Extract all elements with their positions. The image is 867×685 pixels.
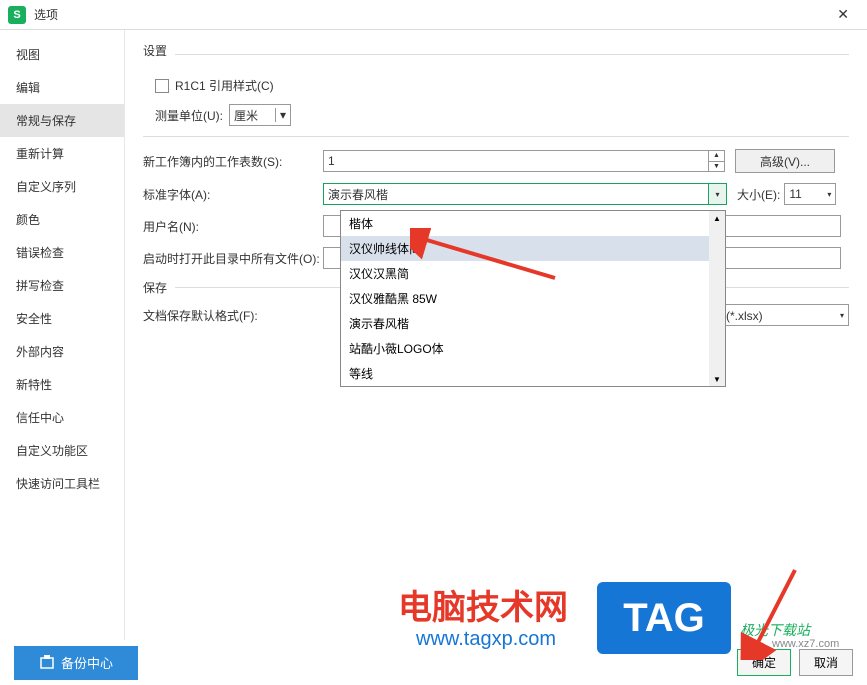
footer: 备份中心 确定 取消 xyxy=(0,640,867,685)
font-value: 演示春风楷 xyxy=(328,186,388,203)
font-option[interactable]: 站酷小薇LOGO体 xyxy=(341,336,709,361)
row-font: 标准字体(A): 演示春风楷 ▾ 大小(E): 11 ▾ xyxy=(143,183,849,205)
size-label: 大小(E): xyxy=(737,186,780,203)
spinner-down[interactable]: ▼ xyxy=(709,162,724,172)
row-unit: 测量单位(U): 厘米 ▾ xyxy=(155,104,849,126)
backup-label: 备份中心 xyxy=(61,653,113,672)
cancel-button[interactable]: 取消 xyxy=(799,649,853,676)
sidebar-item-error-check[interactable]: 错误检查 xyxy=(0,236,124,269)
sidebar-item-custom-list[interactable]: 自定义序列 xyxy=(0,170,124,203)
sidebar-item-new-features[interactable]: 新特性 xyxy=(0,368,124,401)
font-option[interactable]: 汉仪雅酷黑 85W xyxy=(341,286,709,311)
sheets-value: 1 xyxy=(328,154,335,168)
unit-label: 测量单位(U): xyxy=(155,107,223,124)
sidebar-item-custom-ribbon[interactable]: 自定义功能区 xyxy=(0,434,124,467)
sidebar-item-spellcheck[interactable]: 拼写检查 xyxy=(0,269,124,302)
window-title: 选项 xyxy=(34,6,58,23)
save-format-select[interactable]: 件(*.xlsx) ▾ xyxy=(709,304,849,326)
font-label: 标准字体(A): xyxy=(143,186,323,203)
sidebar-item-recalc[interactable]: 重新计算 xyxy=(0,137,124,170)
dropdown-scrollbar[interactable]: ▲ ▼ xyxy=(709,211,725,386)
font-option[interactable]: 汉仪汉黑简 xyxy=(341,261,709,286)
size-value: 11 xyxy=(789,187,801,201)
sheets-input[interactable]: 1 xyxy=(323,150,709,172)
advanced-button[interactable]: 高级(V)... xyxy=(735,149,835,173)
sidebar-item-color[interactable]: 颜色 xyxy=(0,203,124,236)
titlebar: S 选项 ✕ xyxy=(0,0,867,30)
size-select[interactable]: 11 ▾ xyxy=(784,183,836,205)
r1c1-checkbox[interactable] xyxy=(155,79,169,93)
startup-label: 启动时打开此目录中所有文件(O): xyxy=(143,250,323,267)
r1c1-label: R1C1 引用样式(C) xyxy=(175,77,274,94)
chevron-down-icon: ▾ xyxy=(840,311,844,320)
sidebar: 视图 编辑 常规与保存 重新计算 自定义序列 颜色 错误检查 拼写检查 安全性 … xyxy=(0,30,125,640)
username-label: 用户名(N): xyxy=(143,218,323,235)
scroll-up-icon[interactable]: ▲ xyxy=(709,211,725,225)
backup-center-button[interactable]: 备份中心 xyxy=(14,646,138,680)
font-option[interactable]: 演示春风楷 xyxy=(341,311,709,336)
font-option[interactable]: 楷体 xyxy=(341,211,709,236)
row-sheets: 新工作簿内的工作表数(S): 1 ▲ ▼ 高级(V)... xyxy=(143,149,849,173)
sidebar-item-view[interactable]: 视图 xyxy=(0,38,124,71)
sidebar-item-security[interactable]: 安全性 xyxy=(0,302,124,335)
close-button[interactable]: ✕ xyxy=(827,2,859,27)
spinner-up[interactable]: ▲ xyxy=(709,151,724,162)
save-format-label: 文档保存默认格式(F): xyxy=(143,307,323,324)
font-option[interactable]: 等线 xyxy=(341,361,709,386)
spinner-buttons: ▲ ▼ xyxy=(709,150,725,172)
font-select[interactable]: 演示春风楷 xyxy=(323,183,709,205)
sheets-label: 新工作簿内的工作表数(S): xyxy=(143,153,323,170)
chevron-down-icon: ▾ xyxy=(827,190,831,199)
ok-button[interactable]: 确定 xyxy=(737,649,791,676)
section-settings-title: 设置 xyxy=(143,42,167,59)
section-save-title: 保存 xyxy=(143,279,167,296)
row-r1c1: R1C1 引用样式(C) xyxy=(155,77,849,94)
sidebar-item-general-save[interactable]: 常规与保存 xyxy=(0,104,124,137)
sidebar-item-quick-access[interactable]: 快速访问工具栏 xyxy=(0,467,124,500)
sidebar-item-edit[interactable]: 编辑 xyxy=(0,71,124,104)
font-option[interactable]: 汉仪帅线体简 xyxy=(341,236,709,261)
app-icon: S xyxy=(8,6,26,24)
backup-icon xyxy=(39,655,55,671)
unit-value: 厘米 xyxy=(234,107,258,124)
font-dropdown-list: 楷体 汉仪帅线体简 汉仪汉黑简 汉仪雅酷黑 85W 演示春风楷 站酷小薇LOGO… xyxy=(340,210,726,387)
chevron-down-icon: ▾ xyxy=(275,108,286,122)
scroll-down-icon[interactable]: ▼ xyxy=(709,372,725,386)
sidebar-item-trust[interactable]: 信任中心 xyxy=(0,401,124,434)
unit-select[interactable]: 厘米 ▾ xyxy=(229,104,291,126)
sidebar-item-external[interactable]: 外部内容 xyxy=(0,335,124,368)
font-dropdown-button[interactable]: ▾ xyxy=(709,183,727,205)
